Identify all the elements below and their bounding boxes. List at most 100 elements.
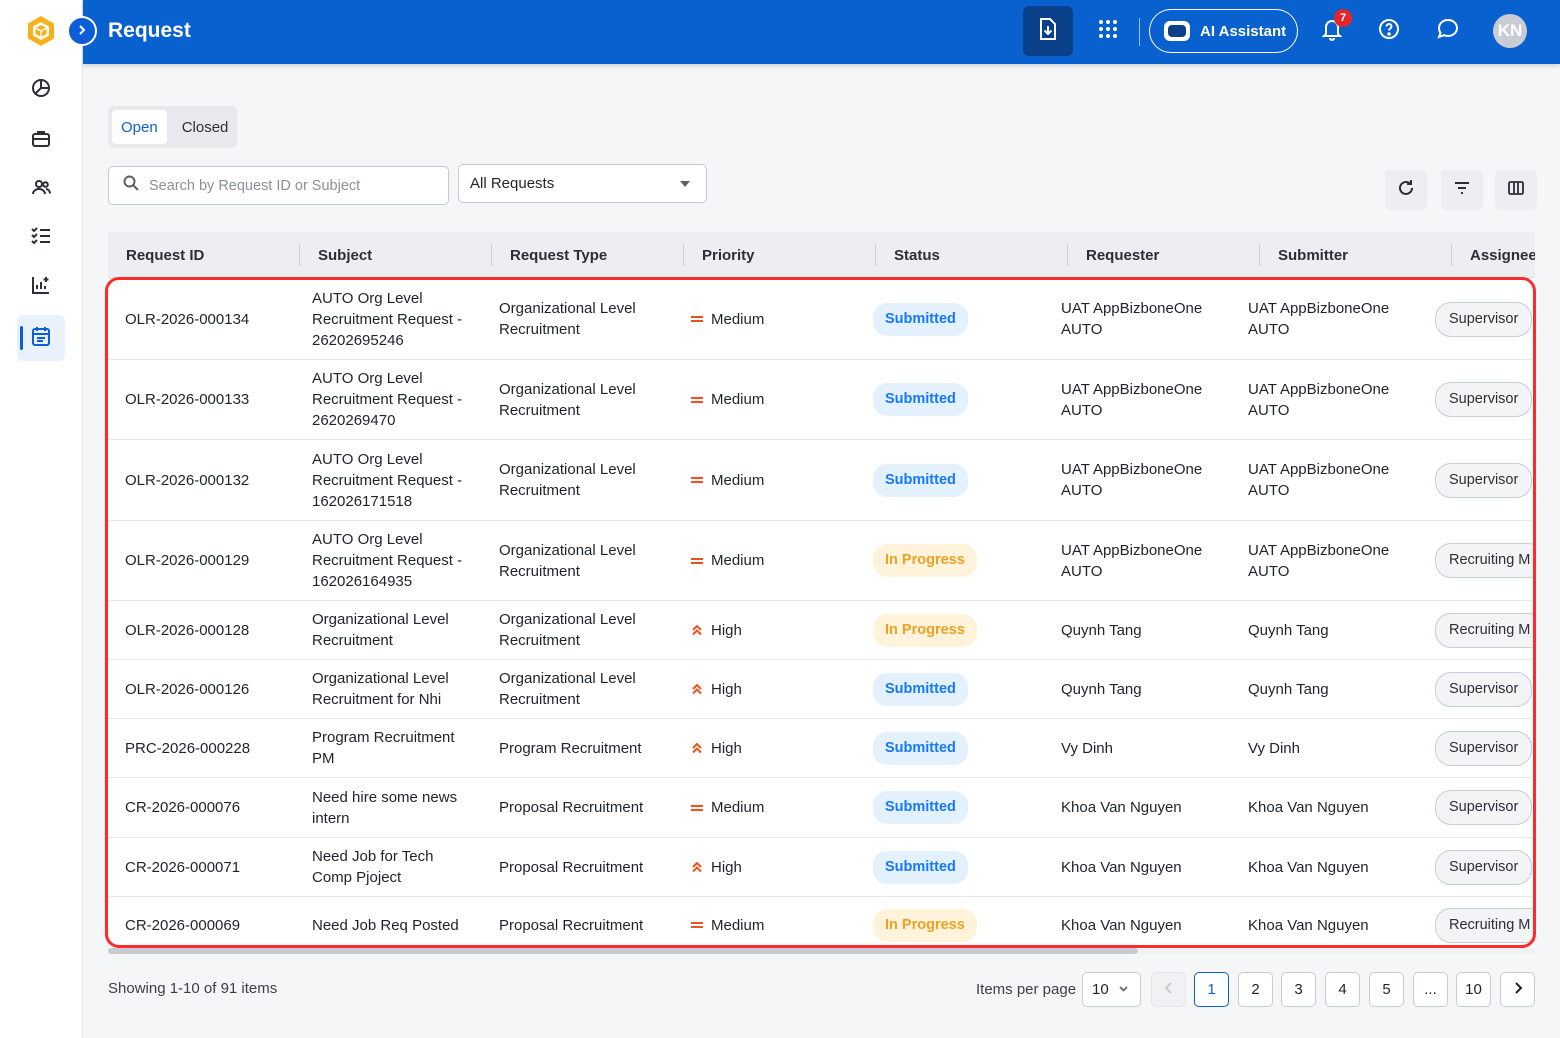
prev-page-button[interactable] xyxy=(1151,972,1186,1007)
page-button-3[interactable]: 3 xyxy=(1281,972,1316,1007)
id-text[interactable]: OLR-2026-000129 xyxy=(125,550,249,571)
id-text[interactable]: CR-2026-000071 xyxy=(125,857,240,878)
table-row[interactable]: OLR-2026-000129 AUTO Org Level Recruitmen… xyxy=(108,521,1535,601)
type-text: Organizational Level Recruitment xyxy=(499,461,636,499)
columns-button[interactable] xyxy=(1495,170,1537,210)
id-text[interactable]: CR-2026-000069 xyxy=(125,915,240,936)
table-row[interactable]: OLR-2026-000134 AUTO Org Level Recruitmen… xyxy=(108,279,1535,360)
column-header-status[interactable]: Status xyxy=(894,232,940,278)
id-text[interactable]: OLR-2026-000134 xyxy=(125,309,249,330)
scrollbar-thumb[interactable] xyxy=(108,948,1138,954)
assignee-chip[interactable]: Recruiting M xyxy=(1435,907,1535,943)
assignee-chip[interactable]: Supervisor xyxy=(1435,730,1533,766)
cell-id: OLR-2026-000128 xyxy=(125,601,295,659)
column-header-request-type[interactable]: Request Type xyxy=(510,232,607,278)
cell-subject: AUTO Org Level Recruitment Request - 262… xyxy=(312,279,477,359)
table-row[interactable]: CR-2026-000071 Need Job for Tech Comp Pjo… xyxy=(108,838,1535,897)
assignee-chip[interactable]: Supervisor xyxy=(1435,790,1533,825)
id-text[interactable]: OLR-2026-000126 xyxy=(125,679,249,700)
assignee-chip[interactable]: Supervisor xyxy=(1435,462,1533,498)
assignee-chip[interactable]: Supervisor xyxy=(1435,382,1533,417)
page-button-1[interactable]: 1 xyxy=(1194,972,1229,1007)
chat-button[interactable] xyxy=(1431,14,1465,48)
subject-text: AUTO Org Level Recruitment Request - 262… xyxy=(312,370,463,429)
table-row[interactable]: CR-2026-000076 Need hire some news intern… xyxy=(108,778,1535,838)
sidebar-item-jobs[interactable] xyxy=(17,118,65,164)
page-button-4[interactable]: 4 xyxy=(1325,972,1360,1007)
page-button-2[interactable]: 2 xyxy=(1238,972,1273,1007)
apps-button[interactable] xyxy=(1091,14,1125,48)
tab-open[interactable]: Open xyxy=(112,110,167,144)
sidebar-expand-button[interactable] xyxy=(67,16,97,46)
priority-medium-icon xyxy=(690,475,704,485)
table-row[interactable]: OLR-2026-000132 AUTO Org Level Recruitmen… xyxy=(108,440,1535,521)
type-text: Proposal Recruitment xyxy=(499,916,644,934)
column-separator[interactable] xyxy=(1451,244,1452,266)
table-row[interactable]: CR-2026-000069 Need Job Req Posted Proposa… xyxy=(108,897,1535,954)
assignee-chip[interactable]: Recruiting M xyxy=(1435,543,1535,578)
app-logo-icon[interactable] xyxy=(24,14,58,48)
user-avatar[interactable]: KN xyxy=(1493,14,1527,48)
tab-closed[interactable]: Closed xyxy=(173,110,238,144)
download-button[interactable] xyxy=(1023,6,1073,56)
page-button-5[interactable]: 5 xyxy=(1369,972,1404,1007)
request-filter-select[interactable]: All Requests xyxy=(458,164,707,203)
priority-medium-icon xyxy=(690,803,704,813)
sidebar-item-people[interactable] xyxy=(17,166,65,212)
page-button-10[interactable]: 10 xyxy=(1456,972,1491,1007)
table-row[interactable]: OLR-2026-000126 Organizational Level Recr… xyxy=(108,660,1535,719)
id-text[interactable]: OLR-2026-000128 xyxy=(125,620,249,641)
table-row[interactable]: OLR-2026-000133 AUTO Org Level Recruitmen… xyxy=(108,360,1535,440)
submitter-text: UAT AppBizboneOne AUTO xyxy=(1248,461,1390,499)
column-header-assignee[interactable]: Assignee xyxy=(1470,232,1535,278)
items-per-page-select[interactable]: 10 xyxy=(1082,972,1141,1007)
column-separator[interactable] xyxy=(683,244,684,266)
assignee-chip[interactable]: Supervisor xyxy=(1435,849,1533,885)
assignee-chip[interactable]: Supervisor xyxy=(1435,671,1533,707)
column-header-priority[interactable]: Priority xyxy=(702,232,755,278)
page-ellipsis-button[interactable]: ... xyxy=(1413,972,1448,1007)
refresh-button[interactable] xyxy=(1385,170,1427,210)
cell-type: Proposal Recruitment xyxy=(499,778,669,837)
cell-priority: High xyxy=(690,601,860,659)
cell-requester: UAT AppBizboneOne AUTO xyxy=(1061,360,1231,439)
next-page-button[interactable] xyxy=(1500,972,1535,1007)
sidebar-item-requests[interactable] xyxy=(17,315,65,361)
column-separator[interactable] xyxy=(875,244,876,266)
priority-label: High xyxy=(711,680,742,698)
column-separator[interactable] xyxy=(1259,244,1260,266)
id-text[interactable]: OLR-2026-000133 xyxy=(125,389,249,410)
sidebar-item-tasks[interactable] xyxy=(17,214,65,260)
assignee-chip[interactable]: Recruiting M xyxy=(1435,612,1535,648)
items-per-page-value: 10 xyxy=(1092,981,1109,998)
columns-icon xyxy=(1507,179,1525,202)
table-row[interactable]: OLR-2026-000128 Organizational Level Recr… xyxy=(108,601,1535,660)
assignee-chip[interactable]: Supervisor xyxy=(1435,301,1533,337)
id-text[interactable]: OLR-2026-000132 xyxy=(125,470,249,491)
sidebar-item-reports[interactable] xyxy=(17,264,65,310)
status-badge: Submitted xyxy=(873,302,968,336)
ai-assistant-button[interactable]: AI Assistant xyxy=(1149,9,1298,53)
filter-button[interactable] xyxy=(1441,170,1483,210)
horizontal-scrollbar[interactable] xyxy=(108,948,1535,954)
search-input[interactable]: Search by Request ID or Subject xyxy=(108,166,449,205)
column-header-submitter[interactable]: Submitter xyxy=(1278,232,1348,278)
items-count-text: Showing 1-10 of 91 items xyxy=(108,980,278,997)
people-icon xyxy=(30,176,52,203)
priority-high-icon xyxy=(690,742,704,754)
priority-label: Medium xyxy=(711,310,765,328)
column-separator[interactable] xyxy=(491,244,492,266)
help-button[interactable] xyxy=(1372,14,1406,48)
column-separator[interactable] xyxy=(1067,244,1068,266)
column-header-subject[interactable]: Subject xyxy=(318,232,372,278)
cell-assignee: Recruiting M xyxy=(1435,897,1535,953)
column-separator[interactable] xyxy=(299,244,300,266)
priority-high-icon xyxy=(690,624,704,636)
column-header-requester[interactable]: Requester xyxy=(1086,232,1159,278)
sidebar-item-dashboard[interactable] xyxy=(17,67,65,113)
id-text[interactable]: PRC-2026-000228 xyxy=(125,738,250,759)
column-header-request-id[interactable]: Request ID xyxy=(126,232,204,278)
cell-priority: Medium xyxy=(690,521,860,600)
table-row[interactable]: PRC-2026-000228 Program Recruitment PM Pro… xyxy=(108,719,1535,778)
id-text[interactable]: CR-2026-000076 xyxy=(125,797,240,818)
